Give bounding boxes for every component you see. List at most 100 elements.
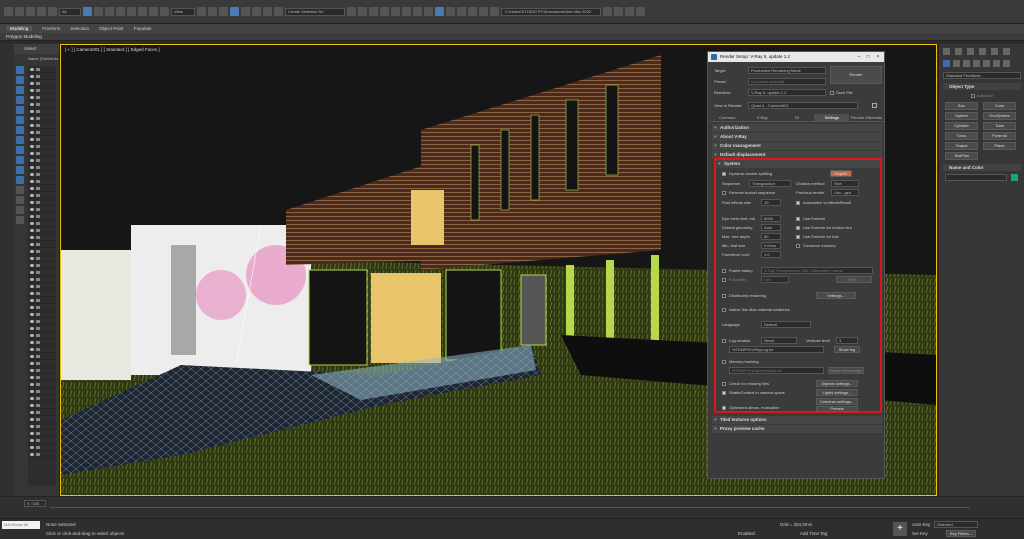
key-filters-button[interactable]: Key Filters...	[946, 530, 976, 537]
visibility-icon[interactable]	[30, 291, 34, 295]
open-folder-icon[interactable]	[603, 7, 612, 16]
visibility-icon[interactable]	[30, 207, 34, 211]
teapot-button[interactable]: Teapot	[945, 142, 978, 150]
scale-icon[interactable]	[149, 7, 158, 16]
percent-snap-icon[interactable]	[252, 7, 261, 16]
visibility-icon[interactable]	[30, 193, 34, 197]
list-item[interactable]	[28, 451, 56, 458]
tab-object-paint[interactable]: Object Paint	[99, 26, 124, 31]
visibility-icon[interactable]	[30, 312, 34, 316]
object-name-input[interactable]	[945, 174, 1007, 181]
timeline[interactable]: 0 / 100	[0, 496, 1024, 518]
list-item[interactable]	[28, 241, 56, 248]
sequence-dropdown[interactable]: Triangulation	[749, 180, 791, 187]
window-crossing-icon[interactable]	[116, 7, 125, 16]
list-item[interactable]	[28, 423, 56, 430]
reference-coordinate-dropdown[interactable]: View	[171, 7, 195, 16]
list-item[interactable]	[28, 395, 56, 402]
rollout-color-management[interactable]: Color management	[712, 142, 882, 150]
geosphere-button[interactable]: GeoSphere	[983, 112, 1016, 120]
select-manipulate-icon[interactable]	[208, 7, 217, 16]
visibility-icon[interactable]	[30, 438, 34, 442]
pyramid-button[interactable]: Pyramid	[983, 132, 1016, 140]
log-window-checkbox[interactable]	[722, 339, 726, 343]
track-bar[interactable]	[50, 507, 970, 508]
bind-space-warp-icon[interactable]	[48, 7, 57, 16]
list-item[interactable]	[28, 374, 56, 381]
list-item[interactable]	[28, 283, 56, 290]
target-dropdown[interactable]: Production Rendering Mode	[748, 67, 826, 74]
list-item[interactable]	[28, 220, 56, 227]
visibility-icon[interactable]	[30, 305, 34, 309]
funnel-filter-icon[interactable]	[16, 216, 24, 224]
edit-named-selection-icon[interactable]	[274, 7, 283, 16]
visibility-icon[interactable]	[30, 396, 34, 400]
previous-render-dropdown[interactable]: Unc...ged	[831, 189, 859, 196]
visibility-icon[interactable]	[30, 389, 34, 393]
vray-render-icon[interactable]	[479, 7, 488, 16]
list-item[interactable]	[28, 213, 56, 220]
schematic-view-icon[interactable]	[413, 7, 422, 16]
sign-in-icon[interactable]	[625, 7, 634, 16]
show-mem-usage-button[interactable]: Show mem usage	[828, 367, 864, 374]
explorer-column-header[interactable]: Name (Sorted As	[14, 54, 59, 64]
visibility-icon[interactable]	[30, 347, 34, 351]
visibility-icon[interactable]	[30, 74, 34, 78]
visibility-icon[interactable]	[30, 403, 34, 407]
list-item[interactable]	[28, 409, 56, 416]
list-item[interactable]	[28, 171, 56, 178]
tab-settings[interactable]: Settings	[814, 114, 850, 121]
rollout-tiled-textures[interactable]: Tiled textures options	[712, 416, 882, 424]
log-window-dropdown[interactable]: Never	[761, 337, 797, 344]
visibility-icon[interactable]	[30, 102, 34, 106]
optimized-atmos-checkbox[interactable]	[722, 406, 726, 410]
cameras-icon[interactable]	[973, 60, 980, 67]
create-tab-icon[interactable]	[943, 48, 950, 55]
rollout-authorization[interactable]: Authorization	[712, 124, 882, 132]
visibility-icon[interactable]	[30, 368, 34, 372]
motion-tab-icon[interactable]	[979, 48, 986, 55]
min-leaf-size-input[interactable]: 0.0mm	[761, 242, 781, 249]
torus-button[interactable]: Torus	[945, 132, 978, 140]
rollout-about-vray[interactable]: About V-Ray	[712, 133, 882, 141]
tab-vray[interactable]: V-Ray	[745, 114, 780, 121]
filter-bones-icon[interactable]	[16, 146, 24, 154]
visibility-icon[interactable]	[30, 235, 34, 239]
maxscript-listener[interactable]: MAXScript Mi	[2, 521, 40, 529]
visibility-icon[interactable]	[30, 137, 34, 141]
list-item[interactable]	[28, 101, 56, 108]
native-swatches-checkbox[interactable]	[722, 308, 726, 312]
angle-snap-icon[interactable]	[241, 7, 250, 16]
visibility-icon[interactable]	[30, 263, 34, 267]
plane-button[interactable]: Plane	[983, 142, 1016, 150]
dynamic-bucket-checkbox[interactable]	[722, 172, 726, 176]
distributed-settings-button[interactable]: Settings...	[816, 292, 856, 299]
visibility-icon[interactable]	[30, 326, 34, 330]
project-path[interactable]: C:\Users\STUDIO PC\Documents\3ds Max 202…	[501, 7, 601, 16]
justify-dropdown[interactable]: Left	[761, 276, 789, 283]
filter-hidden-icon[interactable]	[16, 176, 24, 184]
utilities-tab-icon[interactable]	[1003, 48, 1010, 55]
time-slider[interactable]: 0 / 100	[24, 500, 46, 507]
render-button[interactable]: Render	[830, 66, 882, 84]
shade-context-checkbox[interactable]	[722, 391, 726, 395]
viewport-label[interactable]: [ + ] [ Camera001 ] [ Standard ] [ Edged…	[65, 47, 160, 52]
filter-frozen-icon[interactable]	[16, 166, 24, 174]
explorer-object-list[interactable]	[28, 66, 56, 486]
cone-button[interactable]: Cone	[983, 102, 1016, 110]
explorer-select-menu[interactable]: Select	[14, 44, 59, 54]
systems-icon[interactable]	[1003, 60, 1010, 67]
tube-button[interactable]: Tube	[983, 122, 1016, 130]
maximize-icon[interactable]: □	[865, 54, 871, 60]
add-key-icon[interactable]: +	[893, 522, 907, 536]
show-log-button[interactable]: Show log	[834, 346, 860, 353]
use-embree-checkbox[interactable]	[796, 217, 800, 221]
visibility-icon[interactable]	[30, 172, 34, 176]
hierarchy-tab-icon[interactable]	[967, 48, 974, 55]
max-tree-depth-input[interactable]: 80	[761, 233, 781, 240]
visibility-icon[interactable]	[30, 298, 34, 302]
visibility-icon[interactable]	[30, 221, 34, 225]
memory-path-input[interactable]: %TEMP%\vraymemtrack.txt	[729, 367, 824, 374]
distributed-rendering-checkbox[interactable]	[722, 294, 726, 298]
display-tab-icon[interactable]	[991, 48, 998, 55]
